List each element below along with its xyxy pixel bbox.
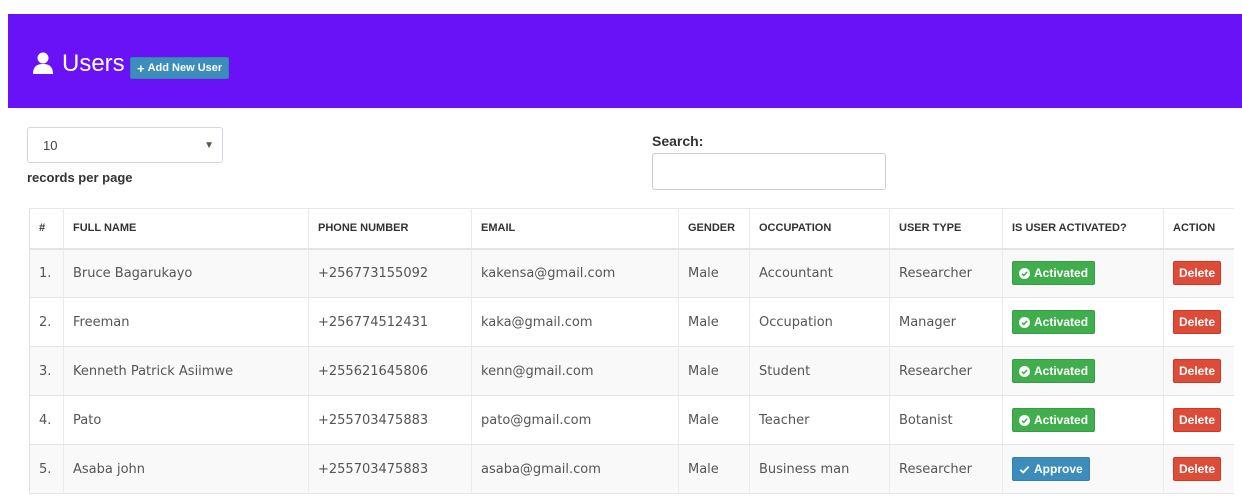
full-name: Asaba john	[63, 444, 309, 494]
activation-cell: Activated	[1002, 297, 1164, 347]
table-row: 2. Freeman +256774512431 kaka@gmail.com …	[29, 297, 1234, 347]
activated-label: Activated	[1034, 413, 1089, 427]
activated-label: Activated	[1034, 266, 1089, 281]
occupation: Occupation	[749, 297, 890, 347]
row-number: 5.	[29, 444, 64, 494]
full-name: Freeman	[63, 297, 309, 347]
activated-badge[interactable]: Activated	[1012, 359, 1096, 383]
activated-badge[interactable]: Activated	[1012, 408, 1096, 432]
page-length-label: records per page	[27, 170, 133, 185]
col-header-phone[interactable]: PHONE NUMBER	[308, 208, 472, 250]
user-type: Researcher	[889, 444, 1003, 494]
occupation: Teacher	[749, 395, 890, 445]
activated-badge[interactable]: Activated	[1012, 310, 1096, 334]
check-circle-icon	[1019, 414, 1030, 426]
occupation: Business man	[749, 444, 890, 494]
col-header-number[interactable]: #	[29, 208, 64, 250]
action-cell: Delete	[1163, 297, 1234, 347]
plus-icon: +	[137, 60, 145, 76]
delete-button[interactable]: Delete	[1173, 457, 1222, 481]
users-table: # FULL NAME PHONE NUMBER EMAIL GENDER OC…	[29, 208, 1234, 494]
activated-label: Activated	[1034, 315, 1089, 329]
phone-number: +255621645806	[308, 346, 472, 396]
check-circle-icon	[1019, 267, 1030, 279]
check-icon	[1019, 465, 1030, 474]
search-label: Search:	[652, 133, 704, 149]
col-header-email[interactable]: EMAIL	[471, 208, 679, 250]
table-row: 1. Bruce Bagarukayo +256773155092 kakens…	[29, 248, 1234, 298]
row-number: 4.	[29, 395, 64, 445]
page-header: Users + Add New User	[8, 14, 1242, 108]
occupation: Accountant	[749, 248, 890, 298]
activation-cell: Approve	[1002, 444, 1164, 494]
table-row: 4. Pato +255703475883 pato@gmail.com Mal…	[29, 395, 1234, 445]
delete-button[interactable]: Delete	[1173, 261, 1222, 286]
email: kenn@gmail.com	[471, 346, 679, 396]
delete-button[interactable]: Delete	[1173, 310, 1222, 334]
delete-button[interactable]: Delete	[1173, 359, 1222, 383]
gender: Male	[678, 346, 750, 396]
email: kakensa@gmail.com	[471, 248, 679, 298]
email: pato@gmail.com	[471, 395, 679, 445]
action-cell: Delete	[1163, 346, 1234, 396]
caret-down-icon: ▼	[204, 140, 214, 151]
email: kaka@gmail.com	[471, 297, 679, 347]
delete-button[interactable]: Delete	[1173, 408, 1222, 432]
page-length-value: 10	[43, 138, 58, 153]
user-icon	[33, 52, 53, 74]
col-header-full-name[interactable]: FULL NAME	[63, 208, 309, 250]
activation-cell: Activated	[1002, 346, 1164, 396]
gender: Male	[678, 444, 750, 494]
col-header-gender[interactable]: GENDER	[678, 208, 750, 250]
gender: Male	[678, 248, 750, 298]
phone-number: +256773155092	[308, 248, 472, 298]
row-number: 2.	[29, 297, 64, 347]
action-cell: Delete	[1163, 395, 1234, 445]
table-header-row: # FULL NAME PHONE NUMBER EMAIL GENDER OC…	[29, 208, 1234, 250]
user-type: Researcher	[889, 248, 1003, 298]
row-number: 3.	[29, 346, 64, 396]
col-header-activated[interactable]: IS USER ACTIVATED?	[1002, 208, 1164, 250]
approve-label: Approve	[1034, 462, 1083, 476]
activated-label: Activated	[1034, 364, 1089, 378]
action-cell: Delete	[1163, 248, 1234, 298]
activation-cell: Activated	[1002, 395, 1164, 445]
phone-number: +255703475883	[308, 395, 472, 445]
check-circle-icon	[1019, 365, 1030, 377]
table-row: 3. Kenneth Patrick Asiimwe +255621645806…	[29, 346, 1234, 396]
email: asaba@gmail.com	[471, 444, 679, 494]
action-cell: Delete	[1163, 444, 1234, 494]
full-name: Pato	[63, 395, 309, 445]
activation-cell: Activated	[1002, 248, 1164, 298]
row-number: 1.	[29, 248, 64, 298]
col-header-action[interactable]: ACTION	[1163, 208, 1234, 250]
add-new-user-button[interactable]: + Add New User	[130, 57, 230, 79]
user-type: Researcher	[889, 346, 1003, 396]
gender: Male	[678, 395, 750, 445]
phone-number: +256774512431	[308, 297, 472, 347]
col-header-occupation[interactable]: OCCUPATION	[749, 208, 890, 250]
table-row: 5. Asaba john +255703475883 asaba@gmail.…	[29, 444, 1234, 494]
full-name: Kenneth Patrick Asiimwe	[63, 346, 309, 396]
activated-badge[interactable]: Activated	[1012, 261, 1096, 286]
phone-number: +255703475883	[308, 444, 472, 494]
page-title: Users	[62, 50, 125, 77]
page-length-select[interactable]: 10 ▼	[27, 127, 223, 163]
users-page: Users + Add New User 10 ▼ records per pa…	[0, 0, 1242, 500]
search-input[interactable]	[652, 153, 886, 190]
user-type: Botanist	[889, 395, 1003, 445]
user-type: Manager	[889, 297, 1003, 347]
check-circle-icon	[1019, 316, 1030, 328]
full-name: Bruce Bagarukayo	[63, 248, 309, 298]
approve-button[interactable]: Approve	[1012, 457, 1090, 481]
gender: Male	[678, 297, 750, 347]
col-header-user-type[interactable]: USER TYPE	[889, 208, 1003, 250]
add-new-user-label: Add New User	[147, 62, 223, 74]
occupation: Student	[749, 346, 890, 396]
